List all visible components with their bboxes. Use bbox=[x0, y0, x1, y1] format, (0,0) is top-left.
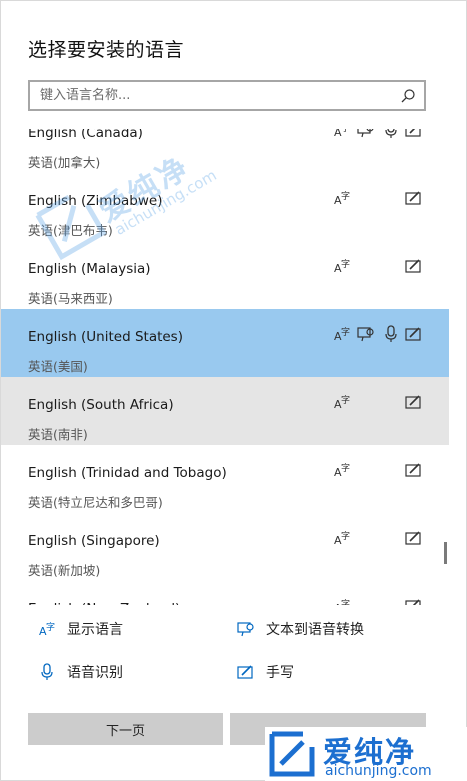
search-icon[interactable] bbox=[400, 88, 416, 104]
watermark-logo-url: aichunjing.com bbox=[325, 763, 432, 779]
language-name: English (United States) bbox=[28, 329, 183, 345]
legend-handwriting: 手写 bbox=[237, 662, 294, 682]
language-row[interactable]: English (United States) 英语(美国) A 字 bbox=[1, 309, 449, 377]
svg-text:字: 字 bbox=[341, 598, 350, 605]
legend-speech-recognition: 语音识别 bbox=[38, 662, 123, 682]
handwriting-icon bbox=[405, 129, 421, 137]
language-name: English (South Africa) bbox=[28, 397, 174, 413]
display-language-icon: A字 bbox=[334, 190, 350, 207]
handwriting-icon bbox=[237, 665, 253, 679]
handwriting-icon bbox=[405, 463, 421, 477]
feature-legend: A 字 显示语言 文本到语音转换 语音识别 手写 bbox=[1, 607, 467, 707]
language-native-name: 英语(特立尼达和多巴哥) bbox=[28, 495, 163, 510]
scrollbar-thumb[interactable] bbox=[444, 542, 447, 564]
svg-text:字: 字 bbox=[341, 190, 350, 202]
next-button[interactable]: 下一页 bbox=[28, 713, 223, 745]
language-name: English (Malaysia) bbox=[28, 261, 151, 277]
legend-label: 语音识别 bbox=[67, 665, 123, 681]
text-to-speech-icon bbox=[357, 327, 374, 342]
svg-text:字: 字 bbox=[341, 530, 350, 542]
display-language-icon: A字 bbox=[334, 129, 350, 139]
svg-text:字: 字 bbox=[341, 462, 350, 474]
display-language-icon: A 字 bbox=[39, 621, 55, 638]
search-input[interactable] bbox=[30, 82, 370, 109]
language-row[interactable]: English (New Zealand) A字 bbox=[1, 581, 449, 605]
microphone-icon bbox=[41, 663, 53, 680]
language-native-name: 英语(美国) bbox=[28, 359, 88, 374]
language-native-name: 英语(加拿大) bbox=[28, 155, 101, 170]
legend-label: 显示语言 bbox=[67, 622, 123, 638]
legend-text-to-speech: 文本到语音转换 bbox=[237, 619, 364, 639]
language-row[interactable]: English (Zimbabwe) 英语(津巴布韦) A 字 bbox=[1, 173, 449, 241]
microphone-icon bbox=[385, 129, 397, 138]
language-row[interactable]: English (Trinidad and Tobago) 英语(特立尼达和多巴哥… bbox=[1, 445, 449, 513]
svg-text:字: 字 bbox=[46, 621, 55, 633]
language-name: English (Singapore) bbox=[28, 533, 160, 549]
handwriting-icon bbox=[405, 395, 421, 409]
display-language-icon: A字 bbox=[334, 530, 350, 547]
svg-text:字: 字 bbox=[341, 394, 350, 406]
watermark-logo: 爱纯净 aichunjing.com bbox=[265, 727, 467, 781]
text-to-speech-icon bbox=[357, 129, 374, 138]
svg-text:字: 字 bbox=[341, 326, 350, 338]
legend-label: 文本到语音转换 bbox=[266, 622, 364, 638]
legend-display-language: A 字 显示语言 bbox=[38, 619, 123, 639]
language-name: English (Canada) bbox=[28, 129, 143, 141]
language-native-name: 英语(南非) bbox=[28, 427, 88, 442]
language-native-name: 英语(马来西亚) bbox=[28, 291, 113, 306]
language-name: English (Zimbabwe) bbox=[28, 193, 163, 209]
microphone-icon bbox=[385, 325, 397, 342]
legend-label: 手写 bbox=[266, 665, 294, 681]
language-picker-dialog: 选择要安装的语言 English (Canada)英语(加拿大)A字Englis… bbox=[0, 0, 467, 781]
language-native-name: 英语(新加坡) bbox=[28, 563, 101, 578]
display-language-icon: A字 bbox=[334, 326, 350, 343]
text-to-speech-icon bbox=[237, 622, 254, 637]
language-row[interactable]: English (Canada) 英语(加拿大) A 字 bbox=[1, 129, 449, 173]
handwriting-icon bbox=[405, 599, 421, 605]
svg-text:字: 字 bbox=[341, 258, 350, 270]
handwriting-icon bbox=[405, 191, 421, 205]
search-box[interactable] bbox=[28, 80, 426, 111]
display-language-icon: A字 bbox=[334, 462, 350, 479]
language-native-name: 英语(津巴布韦) bbox=[28, 223, 113, 238]
dialog-title: 选择要安装的语言 bbox=[28, 39, 185, 61]
language-row[interactable]: English (South Africa) 英语(南非) A 字 bbox=[1, 377, 449, 445]
language-list[interactable]: English (Canada) 英语(加拿大) A 字 English (Zimbab… bbox=[1, 129, 451, 605]
display-language-icon: A字 bbox=[334, 394, 350, 411]
display-language-icon: A字 bbox=[334, 598, 350, 605]
language-name: English (New Zealand) bbox=[28, 601, 180, 605]
handwriting-icon bbox=[405, 531, 421, 545]
language-row[interactable]: English (Malaysia) 英语(马来西亚) A 字 bbox=[1, 241, 449, 309]
handwriting-icon bbox=[405, 327, 421, 341]
language-row[interactable]: English (Singapore) 英语(新加坡) A 字 bbox=[1, 513, 449, 581]
handwriting-icon bbox=[405, 259, 421, 273]
display-language-icon: A字 bbox=[334, 258, 350, 275]
aichunjing-logo-icon bbox=[269, 731, 315, 777]
svg-text:字: 字 bbox=[341, 129, 350, 134]
language-name: English (Trinidad and Tobago) bbox=[28, 465, 227, 481]
